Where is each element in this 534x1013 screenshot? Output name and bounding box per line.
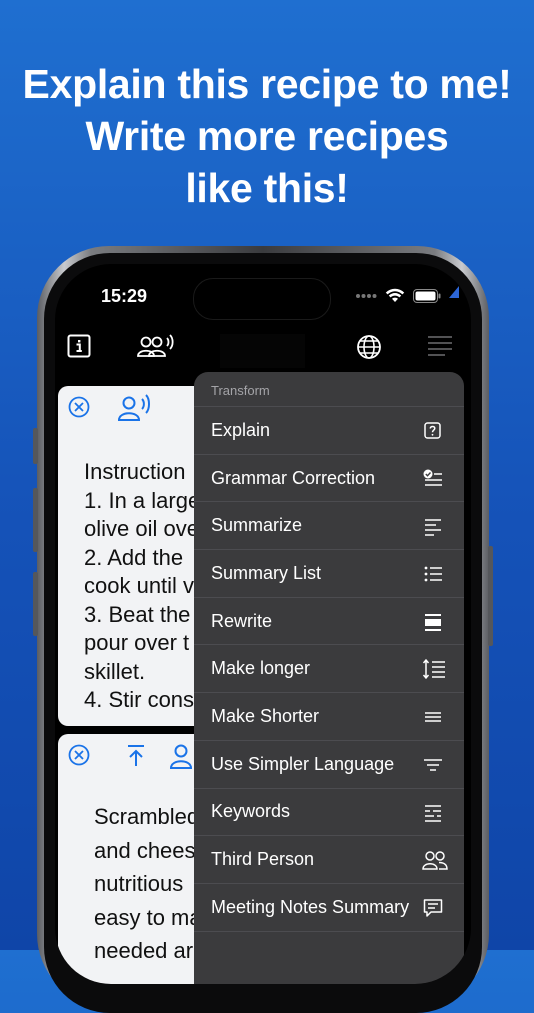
phone-side-button bbox=[33, 488, 38, 552]
line-height-icon bbox=[422, 658, 445, 680]
text-justify-icon bbox=[422, 611, 444, 633]
text-center-icon bbox=[422, 754, 444, 776]
speak-icon[interactable] bbox=[118, 394, 152, 422]
menu-item-make-longer[interactable]: Make longer bbox=[194, 645, 464, 694]
menu-item-make-shorter[interactable]: Make Shorter bbox=[194, 693, 464, 741]
menu-item-keywords[interactable]: Keywords bbox=[194, 789, 464, 837]
two-people-icon bbox=[422, 849, 448, 871]
menu-item-third-person[interactable]: Third Person bbox=[194, 836, 464, 884]
menu-item-use-simpler-language[interactable]: Use Simpler Language bbox=[194, 741, 464, 789]
menu-item-label: Rewrite bbox=[211, 610, 273, 631]
menu-item-meeting-notes-summary[interactable]: Meeting Notes Summary bbox=[194, 884, 464, 932]
menu-item-label: Summarize bbox=[211, 515, 303, 536]
menu-item-label: Use Simpler Language bbox=[211, 753, 395, 774]
menu-item-grammar-correction[interactable]: Grammar Correction bbox=[194, 455, 464, 503]
group-speak-icon[interactable] bbox=[137, 334, 175, 358]
upload-arrow-icon[interactable] bbox=[126, 744, 146, 768]
headline-line-2: Write more recipes bbox=[85, 113, 449, 159]
dynamic-island bbox=[193, 278, 331, 320]
info-icon[interactable] bbox=[67, 334, 91, 358]
bullet-list-icon bbox=[422, 563, 444, 585]
menu-item-label: Meeting Notes Summary bbox=[211, 896, 410, 917]
headline: Explain this recipe to me! Write more re… bbox=[0, 58, 534, 214]
menu-item-summary-list[interactable]: Summary List bbox=[194, 550, 464, 598]
phone-side-button bbox=[488, 546, 493, 646]
checklist-icon bbox=[422, 468, 444, 490]
phone-screen: 15:29 Instruction 1. In a large olive oi… bbox=[55, 264, 471, 984]
speech-bubble-lines-icon bbox=[422, 897, 444, 919]
text-align-left-icon bbox=[422, 515, 444, 537]
menu-item-label: Make Shorter bbox=[211, 705, 320, 726]
menu-item-label: Keywords bbox=[211, 801, 291, 822]
menu-header: Transform bbox=[194, 372, 464, 407]
close-circle-icon[interactable] bbox=[68, 396, 90, 418]
card-text: Instruction 1. In a large olive oil ove … bbox=[84, 459, 201, 712]
keyword-lines-icon bbox=[422, 802, 444, 824]
text-lines-icon[interactable] bbox=[427, 334, 453, 358]
transform-menu: Transform Explain Grammar Correction Sum… bbox=[194, 372, 464, 984]
toolbar bbox=[55, 330, 471, 368]
wifi-icon bbox=[385, 288, 405, 303]
battery-icon bbox=[413, 288, 441, 303]
menu-item-rewrite[interactable]: Rewrite bbox=[194, 598, 464, 646]
headline-line-1: Explain this recipe to me! bbox=[22, 61, 512, 107]
menu-item-summarize[interactable]: Summarize bbox=[194, 502, 464, 551]
card-text: Scrambled and chees nutritious easy to m… bbox=[94, 804, 202, 963]
screen-corner-accent bbox=[449, 286, 459, 298]
menu-item-partial[interactable] bbox=[194, 932, 464, 980]
signal-icon bbox=[355, 293, 377, 299]
menu-item-label: Third Person bbox=[211, 849, 315, 870]
close-circle-icon[interactable] bbox=[68, 744, 90, 766]
status-icons bbox=[355, 288, 441, 303]
question-square-icon bbox=[422, 420, 444, 442]
phone-side-button bbox=[33, 428, 38, 464]
menu-item-explain[interactable]: Explain bbox=[194, 407, 464, 455]
menu-item-label: Explain bbox=[211, 419, 271, 440]
headline-line-3: like this! bbox=[185, 165, 349, 211]
globe-icon[interactable] bbox=[356, 334, 382, 360]
menu-item-label: Make longer bbox=[211, 658, 311, 679]
toolbar-blank-area bbox=[220, 334, 305, 368]
short-lines-icon bbox=[422, 706, 444, 728]
menu-item-label: Grammar Correction bbox=[211, 467, 376, 488]
menu-item-label: Summary List bbox=[211, 562, 322, 583]
phone-side-button bbox=[33, 572, 38, 636]
status-time: 15:29 bbox=[101, 286, 148, 306]
